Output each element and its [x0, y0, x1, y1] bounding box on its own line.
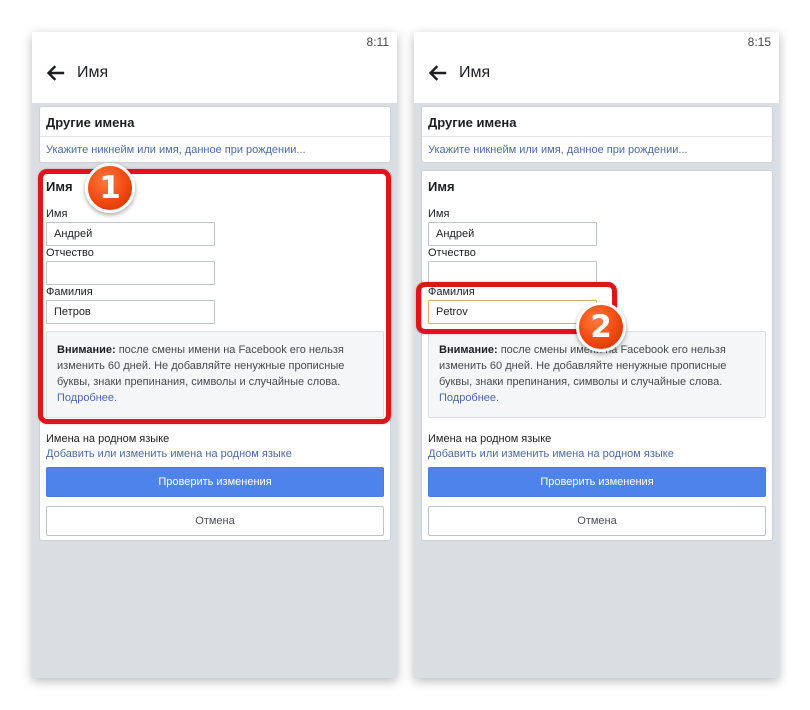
- phone-screen-right: 8:15 Имя Другие имена Укажите никнейм ил…: [414, 32, 779, 678]
- warning-box: Внимание: после смены имени на Facebook …: [46, 331, 384, 418]
- step-badge-2: 2: [576, 302, 626, 352]
- divider: [40, 136, 390, 137]
- first-name-input[interactable]: [46, 222, 215, 246]
- native-names-link[interactable]: Добавить или изменить имена на родном яз…: [46, 448, 292, 460]
- status-time: 8:15: [747, 35, 771, 49]
- back-arrow-icon[interactable]: [45, 63, 65, 83]
- other-names-card: Другие имена Укажите никнейм или имя, да…: [421, 106, 773, 163]
- cancel-button[interactable]: Отмена: [428, 506, 766, 536]
- page-title: Имя: [459, 64, 491, 81]
- page-title: Имя: [77, 64, 109, 81]
- last-name-label: Фамилия: [46, 286, 93, 298]
- name-section-heading: Имя: [428, 179, 455, 194]
- last-name-label: Фамилия: [428, 286, 475, 298]
- learn-more-link[interactable]: Подробнее.: [439, 392, 499, 404]
- middle-name-label: Отчество: [46, 247, 94, 259]
- top-bar: 8:11 Имя: [32, 32, 397, 103]
- last-name-input[interactable]: [46, 300, 215, 324]
- middle-name-label: Отчество: [428, 247, 476, 259]
- first-name-label: Имя: [428, 208, 450, 220]
- warning-bold: Внимание:: [439, 344, 498, 356]
- middle-name-input[interactable]: [428, 261, 597, 285]
- step-badge-1: 1: [85, 163, 135, 213]
- name-card: Имя Имя Отчество Фамилия Внимание: после…: [39, 170, 391, 541]
- review-changes-button[interactable]: Проверить изменения: [428, 467, 766, 497]
- back-arrow-icon[interactable]: [427, 63, 447, 83]
- other-names-heading: Другие имена: [428, 115, 517, 130]
- native-names-label: Имена на родном языке: [46, 433, 170, 445]
- middle-name-input[interactable]: [46, 261, 215, 285]
- warning-bold: Внимание:: [57, 344, 116, 356]
- name-section-heading: Имя: [46, 179, 73, 194]
- name-card: Имя Имя Отчество Фамилия Внимание: после…: [421, 170, 773, 541]
- first-name-input[interactable]: [428, 222, 597, 246]
- last-name-input[interactable]: [428, 300, 597, 324]
- other-names-link[interactable]: Укажите никнейм или имя, данное при рожд…: [46, 144, 306, 156]
- cancel-button[interactable]: Отмена: [46, 506, 384, 536]
- review-changes-button[interactable]: Проверить изменения: [46, 467, 384, 497]
- other-names-heading: Другие имена: [46, 115, 135, 130]
- warning-text: Внимание: после смены имени на Facebook …: [57, 342, 375, 406]
- divider: [422, 136, 772, 137]
- other-names-link[interactable]: Укажите никнейм или имя, данное при рожд…: [428, 144, 688, 156]
- status-time: 8:11: [366, 35, 389, 49]
- native-names-link[interactable]: Добавить или изменить имена на родном яз…: [428, 448, 674, 460]
- first-name-label: Имя: [46, 208, 68, 220]
- learn-more-link[interactable]: Подробнее.: [57, 392, 117, 404]
- top-bar: 8:15 Имя: [414, 32, 779, 103]
- phone-screen-left: 8:11 Имя Другие имена Укажите никнейм ил…: [32, 32, 397, 678]
- other-names-card: Другие имена Укажите никнейм или имя, да…: [39, 106, 391, 163]
- native-names-label: Имена на родном языке: [428, 433, 552, 445]
